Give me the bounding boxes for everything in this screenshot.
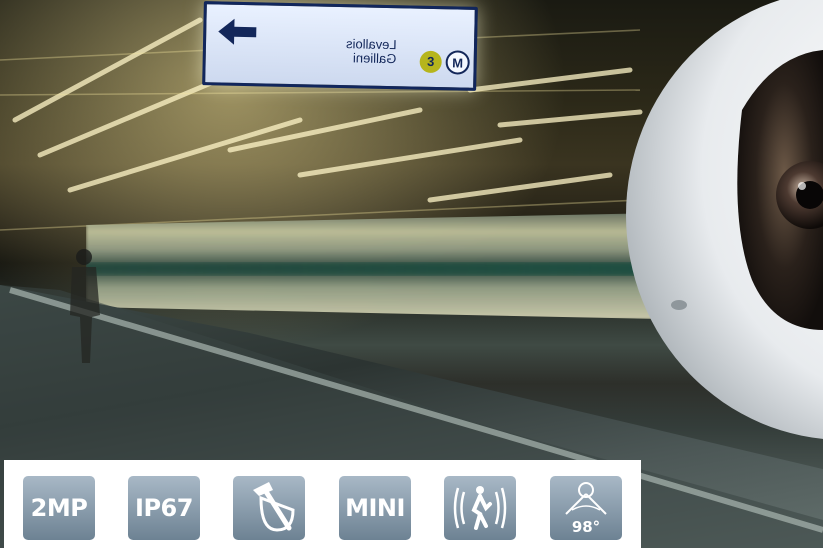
person-motion-icon [453,486,507,530]
sign-destinations: Levallois Gallieni [346,36,397,67]
mini-size-icon: MINI [339,476,411,540]
feature-icon-bar: 2MP IP67 MINI 98° [4,460,641,548]
resolution-label: 2MP [30,494,88,522]
hammer-dome-icon [253,482,295,532]
ip67-rating-icon: IP67 [128,476,200,540]
field-of-view-label: 98° [571,518,601,536]
sign-destination-2: Gallieni [352,50,397,67]
motion-detection-icon [444,476,516,540]
vandal-proof-hammer-icon [233,476,305,540]
viewing-angle-icon [565,482,607,515]
resolution-2mp-icon: 2MP [23,476,95,540]
ip-rating-label: IP67 [135,494,193,522]
metro-logo: M [445,50,470,75]
product-banner: Levallois Gallieni 3 M 2MP IP67 MINI 98° [0,0,823,548]
metro-line-badge: 3 [419,50,442,74]
walking-person-silhouette [70,249,100,363]
dome-camera [626,0,823,439]
field-of-view-icon: 98° [550,476,622,540]
metro-direction-sign: Levallois Gallieni 3 M [202,1,478,91]
mini-label: MINI [345,494,405,522]
arrow-left-icon [218,18,257,45]
